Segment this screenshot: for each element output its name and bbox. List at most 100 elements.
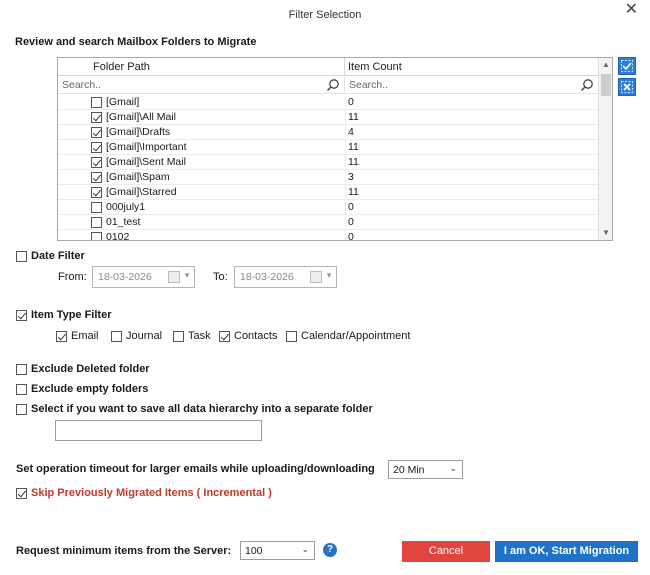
type-journal-option[interactable]: Journal — [111, 330, 162, 342]
folder-path-cell: [Gmail]\Spam — [106, 171, 170, 183]
row-checkbox[interactable] — [91, 202, 102, 213]
item-count-cell: 11 — [348, 156, 359, 168]
select-all-button[interactable] — [618, 57, 636, 75]
row-checkbox[interactable] — [91, 112, 102, 123]
chevron-down-icon[interactable]: ▼ — [183, 271, 191, 280]
table-row[interactable]: 0102 0 — [58, 230, 598, 241]
exclude-empty-checkbox[interactable] — [16, 383, 27, 395]
request-min-label: Request minimum items from the Server: — [16, 545, 232, 557]
start-migration-button[interactable]: I am OK, Start Migration — [495, 541, 638, 562]
folder-name-input[interactable] — [55, 420, 262, 441]
row-checkbox[interactable] — [91, 232, 102, 240]
folder-path-cell: [Gmail]\Sent Mail — [106, 156, 186, 168]
item-count-cell: 11 — [348, 186, 359, 198]
deselect-all-button[interactable] — [618, 78, 636, 96]
type-email-label: Email — [71, 330, 99, 342]
type-calendar-checkbox[interactable] — [286, 330, 297, 342]
table-row[interactable]: [Gmail] 0 — [58, 95, 598, 110]
item-type-filter-label: Item Type Filter — [31, 309, 112, 321]
row-checkbox[interactable] — [91, 127, 102, 138]
close-icon[interactable]: ✕ — [625, 2, 638, 18]
table-row[interactable]: [Gmail]\Drafts 4 — [58, 125, 598, 140]
row-checkbox[interactable] — [91, 187, 102, 198]
scroll-down-icon[interactable]: ▼ — [599, 226, 612, 240]
type-contacts-checkbox[interactable] — [219, 330, 230, 342]
table-row[interactable]: 000july1 0 — [58, 200, 598, 215]
table-row[interactable]: [Gmail]\Starred 11 — [58, 185, 598, 200]
row-checkbox[interactable] — [91, 142, 102, 153]
type-task-checkbox[interactable] — [173, 330, 184, 342]
exclude-deleted-checkbox[interactable] — [16, 363, 27, 375]
date-filter-option[interactable]: Date Filter — [16, 250, 85, 262]
timeout-select[interactable]: 20 Min ⌄ — [388, 460, 463, 479]
from-date-picker[interactable]: 18-03-2026 ▼ — [92, 266, 195, 288]
window-title: Filter Selection — [288, 9, 362, 21]
column-divider — [345, 170, 346, 185]
folder-path-cell: 000july1 — [106, 201, 146, 213]
request-min-select[interactable]: 100 ⌄ — [240, 541, 315, 560]
column-divider — [345, 110, 346, 125]
skip-migrated-checkbox[interactable] — [16, 487, 27, 499]
row-checkbox[interactable] — [91, 172, 102, 183]
column-divider — [345, 155, 346, 170]
search-icon[interactable] — [326, 78, 340, 92]
check-all-icon — [621, 60, 633, 72]
column-divider — [345, 230, 346, 240]
item-count-cell: 3 — [348, 171, 354, 183]
exclude-deleted-option[interactable]: Exclude Deleted folder — [16, 363, 150, 375]
table-row[interactable]: [Gmail]\All Mail 11 — [58, 110, 598, 125]
skip-migrated-option[interactable]: Skip Previously Migrated Items ( Increme… — [16, 487, 272, 499]
chevron-down-icon: ⌄ — [301, 544, 309, 554]
folder-path-cell: [Gmail]\Starred — [106, 186, 177, 198]
item-type-filter-option[interactable]: Item Type Filter — [16, 309, 111, 321]
save-hierarchy-option[interactable]: Select if you want to save all data hier… — [16, 403, 373, 415]
help-icon[interactable]: ? — [323, 543, 337, 557]
path-search-input[interactable] — [58, 77, 288, 93]
table-row[interactable]: 01_test 0 — [58, 215, 598, 230]
scroll-up-icon[interactable]: ▲ — [599, 58, 612, 72]
type-contacts-label: Contacts — [234, 330, 278, 342]
cancel-button[interactable]: Cancel — [402, 541, 490, 562]
calendar-icon[interactable] — [168, 271, 180, 283]
type-contacts-option[interactable]: Contacts — [219, 330, 277, 342]
date-filter-label: Date Filter — [31, 250, 85, 262]
type-email-checkbox[interactable] — [56, 330, 67, 342]
timeout-value: 20 Min — [393, 464, 425, 476]
date-filter-checkbox[interactable] — [16, 250, 27, 262]
folder-path-cell: [Gmail]\All Mail — [106, 111, 177, 123]
search-icon[interactable] — [580, 78, 594, 92]
grid-scrollbar[interactable]: ▲ ▼ — [598, 58, 612, 240]
item-count-cell: 0 — [348, 96, 354, 108]
column-divider — [345, 125, 346, 140]
from-label: From: — [58, 271, 87, 283]
item-count-cell: 0 — [348, 216, 354, 228]
row-checkbox[interactable] — [91, 217, 102, 228]
exclude-empty-option[interactable]: Exclude empty folders — [16, 383, 148, 395]
item-type-filter-checkbox[interactable] — [16, 309, 27, 321]
chevron-down-icon[interactable]: ▼ — [325, 271, 333, 280]
count-search-input[interactable] — [345, 77, 575, 93]
calendar-icon[interactable] — [310, 271, 322, 283]
type-email-option[interactable]: Email — [56, 330, 99, 342]
row-checkbox[interactable] — [91, 157, 102, 168]
folder-path-cell: [Gmail] — [106, 96, 140, 108]
exclude-empty-label: Exclude empty folders — [31, 383, 149, 395]
table-row[interactable]: [Gmail]\Spam 3 — [58, 170, 598, 185]
type-calendar-option[interactable]: Calendar/Appointment — [286, 330, 410, 342]
folder-path-cell: [Gmail]\Drafts — [106, 126, 171, 138]
to-date-picker[interactable]: 18-03-2026 ▼ — [234, 266, 337, 288]
column-header-item-count[interactable]: Item Count — [345, 58, 598, 76]
scroll-thumb[interactable] — [601, 74, 611, 96]
folder-path-cell: 0102 — [106, 231, 130, 241]
path-search-cell — [58, 77, 345, 94]
timeout-label: Set operation timeout for larger emails … — [16, 463, 375, 475]
save-hierarchy-checkbox[interactable] — [16, 403, 27, 415]
type-journal-checkbox[interactable] — [111, 330, 122, 342]
from-date-value: 18-03-2026 — [98, 271, 152, 283]
table-row[interactable]: [Gmail]\Important 11 — [58, 140, 598, 155]
row-checkbox[interactable] — [91, 97, 102, 108]
table-row[interactable]: [Gmail]\Sent Mail 11 — [58, 155, 598, 170]
column-header-folder-path[interactable]: Folder Path — [58, 58, 345, 76]
to-label: To: — [213, 271, 228, 283]
type-task-option[interactable]: Task — [173, 330, 211, 342]
